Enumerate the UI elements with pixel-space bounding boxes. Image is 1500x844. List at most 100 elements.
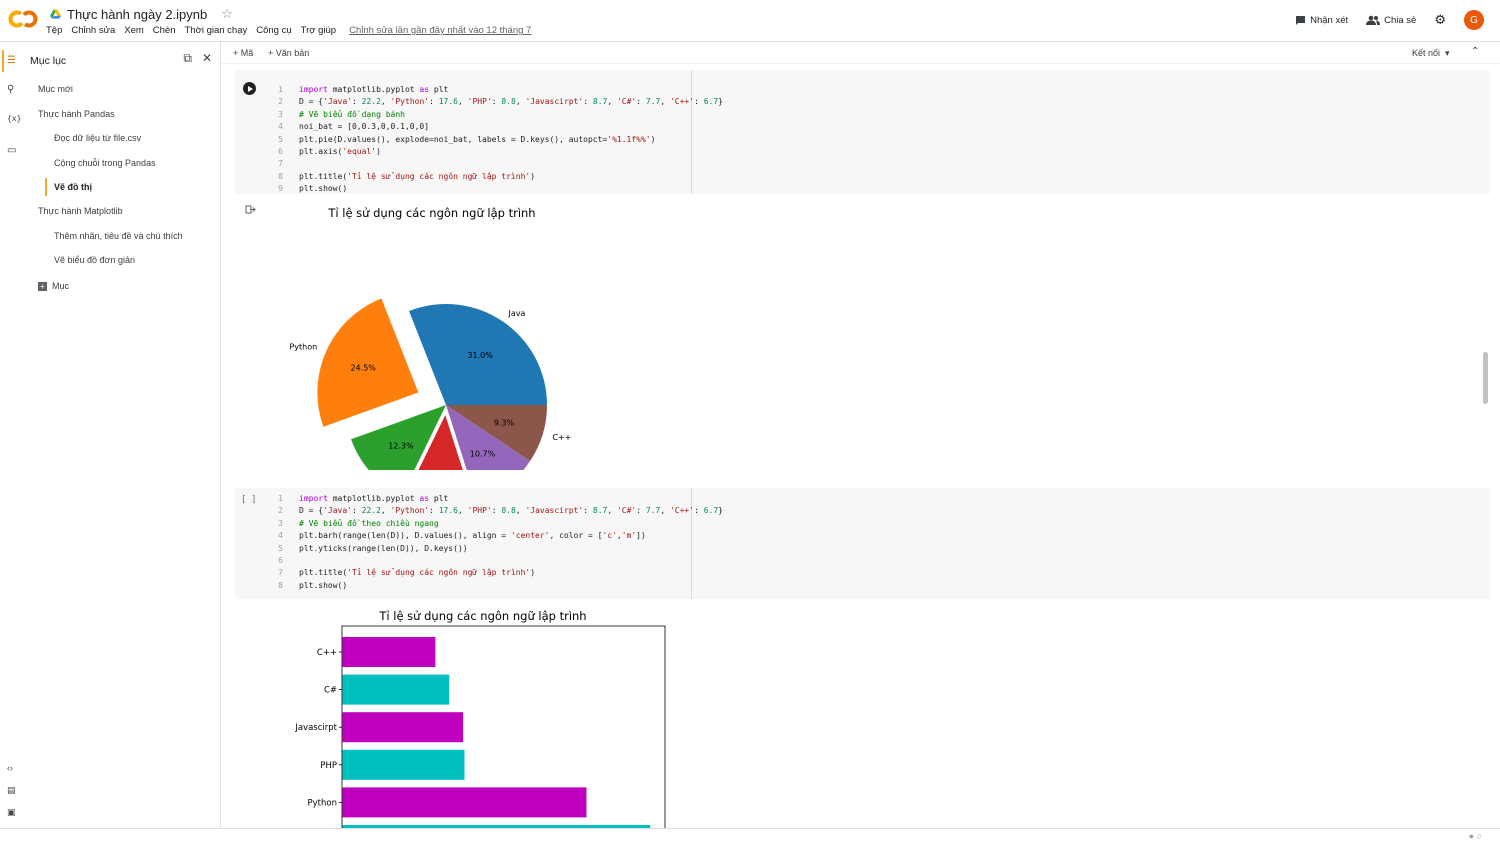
code-text: plt.show() bbox=[299, 580, 348, 590]
cell-run-bracket[interactable]: [ ] bbox=[241, 495, 256, 505]
comment-icon bbox=[1296, 15, 1306, 25]
notebook-title[interactable]: Thực hành ngày 2.ipynb bbox=[67, 7, 207, 22]
folder-icon[interactable]: ▭ bbox=[7, 145, 16, 156]
barh-chart: Tỉ lệ sử dụng các ngôn ngữ lập trình C++… bbox=[294, 609, 666, 828]
code-text: import matplotlib.pyplot as plt bbox=[299, 494, 449, 503]
code-line: 5 plt.pie(D.values(), explode=noi_bat, la… bbox=[263, 134, 723, 146]
avatar[interactable]: G bbox=[1464, 10, 1484, 30]
toc-item-read-csv[interactable]: Đọc dữ liệu từ file.csv bbox=[54, 133, 141, 143]
comment-button[interactable]: Nhận xét bbox=[1295, 15, 1348, 26]
command-palette-icon[interactable]: ▤ bbox=[7, 785, 16, 796]
notebook-main: 1 import matplotlib.pyplot as plt 2 D = {'J… bbox=[221, 64, 1490, 828]
line-number: 9 bbox=[278, 184, 283, 194]
close-icon[interactable]: ✕ bbox=[202, 51, 212, 66]
variables-icon[interactable]: {x} bbox=[7, 114, 21, 123]
share-button[interactable]: Chia sẻ bbox=[1366, 15, 1416, 26]
bar-c bbox=[342, 637, 436, 667]
colab-logo[interactable] bbox=[8, 8, 38, 30]
notebook-toolbar: + Mã + Văn bản Kết nối ▾ ⌃ bbox=[221, 42, 1500, 64]
line-number: 8 bbox=[278, 171, 283, 181]
menu-bar: Tệp Chỉnh sửa Xem Chèn Thời gian chạy Cô… bbox=[46, 25, 531, 36]
menu-view[interactable]: Xem bbox=[124, 25, 144, 36]
code-editor[interactable]: 1 import matplotlib.pyplot as plt 2 D = {'J… bbox=[263, 84, 723, 196]
menu-file[interactable]: Tệp bbox=[46, 25, 62, 36]
toc-item-new-section[interactable]: Mục mới bbox=[38, 84, 73, 94]
vertical-scrollbar[interactable] bbox=[1483, 352, 1488, 404]
code-line: 1 import matplotlib.pyplot as plt bbox=[263, 493, 723, 505]
run-cell-button[interactable] bbox=[243, 82, 256, 95]
menu-edit[interactable]: Chỉnh sửa bbox=[71, 25, 115, 36]
sidebar-title: Mục lục bbox=[30, 55, 67, 67]
add-code-button[interactable]: + Mã bbox=[233, 48, 253, 58]
code-snippets-icon[interactable]: ‹› bbox=[7, 763, 13, 773]
code-line: 8 plt.show() bbox=[263, 580, 723, 592]
code-line: 8 plt.title('Tỉ lệ sử dụng các ngôn ngữ l… bbox=[263, 171, 723, 183]
connect-button[interactable]: Kết nối ▾ bbox=[1412, 48, 1450, 59]
add-section-label: Mục bbox=[52, 281, 70, 291]
code-editor[interactable]: 1 import matplotlib.pyplot as plt 2 D = {'J… bbox=[263, 493, 723, 592]
comment-label: Nhận xét bbox=[1310, 14, 1349, 26]
line-number: 1 bbox=[278, 494, 283, 503]
menu-insert[interactable]: Chèn bbox=[153, 25, 176, 36]
code-line: 7 bbox=[263, 158, 723, 170]
people-icon bbox=[1366, 15, 1381, 25]
code-text: plt.barh(range(len(D)), D.values(), alig… bbox=[299, 531, 646, 541]
code-line: 7 plt.title('Tỉ lệ sử dụng các ngôn ngữ l… bbox=[263, 567, 723, 579]
ytick-label: C# bbox=[324, 686, 337, 696]
terminal-icon[interactable]: ▣ bbox=[7, 807, 16, 818]
pie-chart: Tỉ lệ sử dụng các ngôn ngữ lập trình 31.… bbox=[289, 206, 571, 470]
toc-add-section[interactable]: + Mục bbox=[38, 281, 69, 291]
drive-icon bbox=[50, 9, 61, 19]
ytick-label: Javascirpt bbox=[294, 723, 337, 733]
code-line: 4 plt.barh(range(len(D)), D.values(), ali… bbox=[263, 530, 723, 542]
toc-item-matplotlib[interactable]: Thực hành Matplotlib bbox=[38, 206, 123, 216]
bar-php bbox=[342, 749, 465, 780]
output-icon[interactable] bbox=[245, 205, 256, 214]
toc-item-plot[interactable]: Vẽ đồ thị bbox=[54, 182, 92, 192]
add-text-button[interactable]: + Văn bản bbox=[268, 48, 309, 58]
toc-item-concat[interactable]: Cộng chuỗi trong Pandas bbox=[54, 158, 156, 168]
code-text: plt.axis('equal') bbox=[299, 147, 381, 157]
line-number: 4 bbox=[278, 531, 283, 541]
pie-title: Tỉ lệ sử dụng các ngôn ngữ lập trình bbox=[327, 206, 535, 220]
code-line: 5 plt.yticks(range(len(D)), D.keys()) bbox=[263, 543, 723, 555]
collapse-toolbar-icon[interactable]: ⌃ bbox=[1471, 46, 1479, 57]
code-text: plt.pie(D.values(), explode=noi_bat, lab… bbox=[299, 134, 656, 144]
ytick-label: Python bbox=[308, 798, 337, 808]
settings-gear-icon[interactable]: ⚙ bbox=[1434, 12, 1446, 28]
top-bar: Thực hành ngày 2.ipynb ☆ Tệp Chỉnh sửa X… bbox=[0, 0, 1500, 42]
code-text: D = {'Java': 22.2, 'Python': 17.6, 'PHP'… bbox=[299, 506, 723, 516]
code-line: 3 # Vẽ biểu đồ dạng bánh bbox=[263, 109, 723, 121]
code-line: 6 bbox=[263, 555, 723, 567]
search-icon[interactable]: ⚲ bbox=[7, 84, 14, 95]
toc-item-pandas[interactable]: Thực hành Pandas bbox=[38, 109, 115, 119]
open-in-tab-icon[interactable]: ⧉ bbox=[183, 51, 192, 66]
line-number: 7 bbox=[278, 568, 283, 578]
code-line: 9 plt.show() bbox=[263, 183, 723, 195]
code-text: plt.title('Tỉ lệ sử dụng các ngôn ngữ lậ… bbox=[299, 568, 536, 578]
toc-icon[interactable]: ☰ bbox=[7, 55, 16, 66]
star-icon[interactable]: ☆ bbox=[221, 6, 233, 22]
line-number: 6 bbox=[278, 556, 283, 566]
line-number: 6 bbox=[278, 147, 283, 157]
line-number: 3 bbox=[278, 109, 283, 119]
ytick-label: PHP bbox=[320, 761, 337, 771]
code-line: 2 D = {'Java': 22.2, 'Python': 17.6, 'PHP… bbox=[263, 96, 723, 108]
code-cell-barh[interactable]: [ ] 1 import matplotlib.pyplot as plt 2 D =… bbox=[235, 488, 1490, 599]
pie-percent-label: 31.0% bbox=[467, 351, 493, 360]
line-number: 5 bbox=[278, 134, 283, 144]
bar-javascirpt bbox=[342, 712, 464, 743]
bar-python bbox=[342, 787, 587, 818]
menu-help[interactable]: Trợ giúp bbox=[301, 25, 336, 36]
code-line: 2 D = {'Java': 22.2, 'Python': 17.6, 'PHP… bbox=[263, 505, 723, 517]
menu-runtime[interactable]: Thời gian chạy bbox=[185, 25, 248, 36]
code-cell-pie[interactable]: 1 import matplotlib.pyplot as plt 2 D = {'J… bbox=[235, 70, 1490, 194]
ytick-label: C++ bbox=[317, 648, 337, 658]
menu-tools[interactable]: Công cụ bbox=[256, 25, 291, 36]
toc-item-labels[interactable]: Thêm nhãn, tiêu đề và chú thích bbox=[54, 231, 183, 241]
code-text: plt.show() bbox=[299, 184, 348, 194]
last-edit-link[interactable]: Chỉnh sửa lần gần đây nhất vào 12 tháng … bbox=[349, 25, 531, 36]
code-text: D = {'Java': 22.2, 'Python': 17.6, 'PHP'… bbox=[299, 97, 723, 107]
toc-item-simple-chart[interactable]: Vẽ biểu đồ đơn giản bbox=[54, 255, 135, 265]
line-number: 5 bbox=[278, 543, 283, 553]
